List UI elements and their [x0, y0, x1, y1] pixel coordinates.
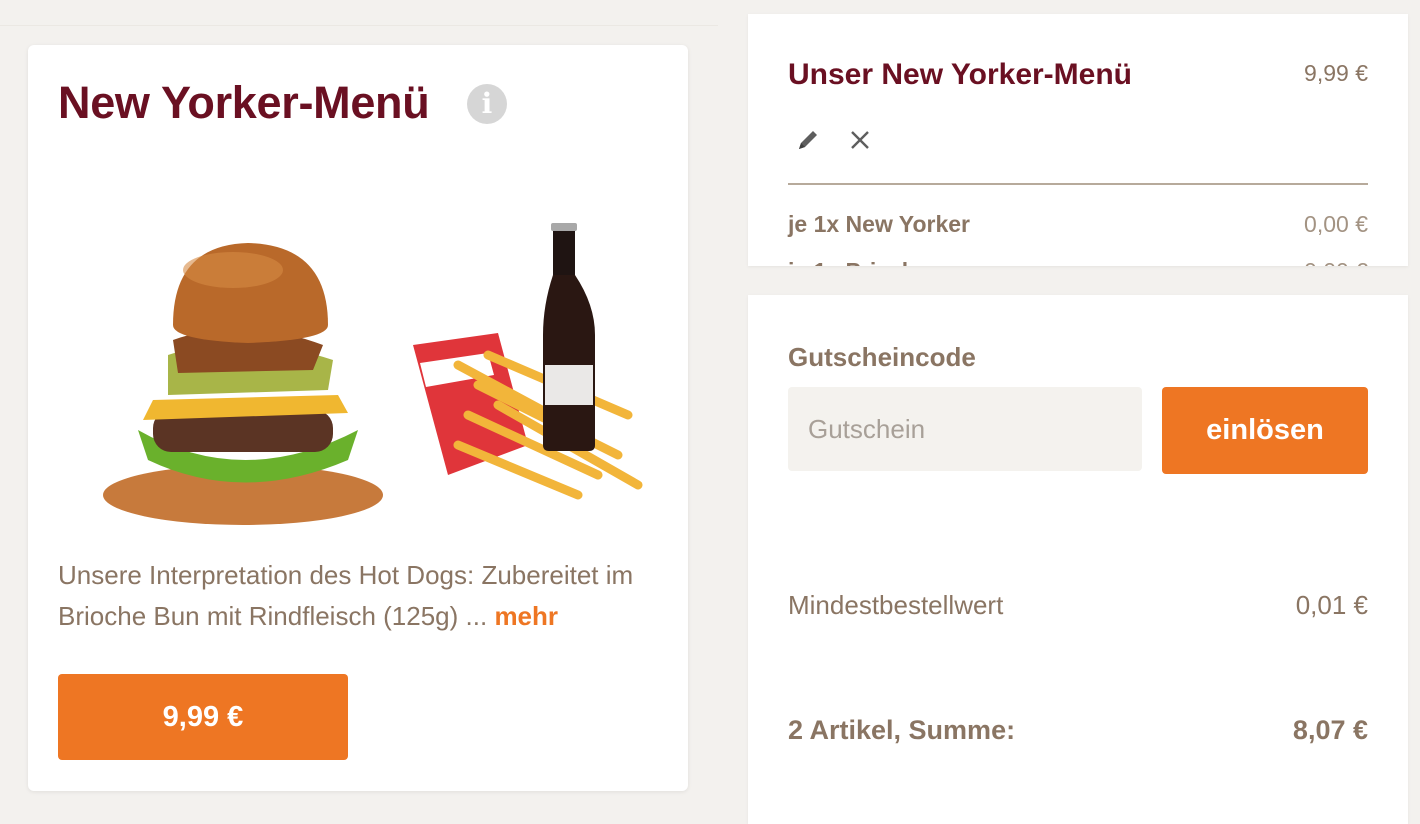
cart-sub-item-value: 0,00 €: [1304, 258, 1368, 267]
product-description: Unsere Interpretation des Hot Dogs: Zube…: [58, 555, 668, 637]
voucher-input[interactable]: [788, 387, 1142, 471]
voucher-label: Gutscheincode: [788, 342, 976, 372]
summary-card: Gutscheincode einlösen Mindestbestellwer…: [748, 295, 1408, 824]
top-strip: [0, 0, 718, 26]
min-order-value: 0,01 €: [1295, 590, 1368, 620]
add-to-cart-button[interactable]: 9,99 €: [58, 674, 348, 760]
burger-image: [103, 243, 383, 525]
cart-sub-item-label: je 1x Prinzl...: [788, 258, 927, 267]
close-icon[interactable]: [848, 128, 872, 152]
cart-item-price: 9,99 €: [1304, 60, 1368, 86]
total-label: 2 Artikel, Summe:: [788, 715, 1016, 745]
cart-sub-item: je 1x Prinzl... 0,00 €: [788, 254, 1368, 267]
bottle-image: [543, 223, 595, 451]
min-order-row: Mindestbestellwert 0,01 €: [788, 590, 1368, 621]
fries-image: [413, 333, 643, 500]
cart-card: Unser New Yorker-Menü 9,99 € je 1x New Y…: [748, 14, 1408, 266]
cart-sub-item-label: je 1x New Yorker: [788, 210, 970, 237]
cart-sub-item-value: 0,00 €: [1304, 210, 1368, 237]
cart-divider: [788, 183, 1368, 185]
redeem-button[interactable]: einlösen: [1162, 387, 1368, 474]
more-link[interactable]: mehr: [494, 601, 558, 631]
product-image: [103, 223, 643, 525]
cart-sub-item: je 1x New Yorker 0,00 €: [788, 207, 1368, 241]
total-row: 2 Artikel, Summe: 8,07 €: [788, 715, 1368, 746]
product-title: New Yorker-Menü: [58, 77, 430, 128]
info-icon[interactable]: i: [467, 84, 507, 124]
total-value: 8,07 €: [1292, 715, 1368, 745]
cart-item-title: Unser New Yorker-Menü: [788, 58, 1132, 91]
product-card: New Yorker-Menü i Unsere Interpretation …: [28, 45, 688, 791]
pencil-icon[interactable]: [796, 128, 820, 152]
min-order-label: Mindestbestellwert: [788, 590, 1004, 620]
